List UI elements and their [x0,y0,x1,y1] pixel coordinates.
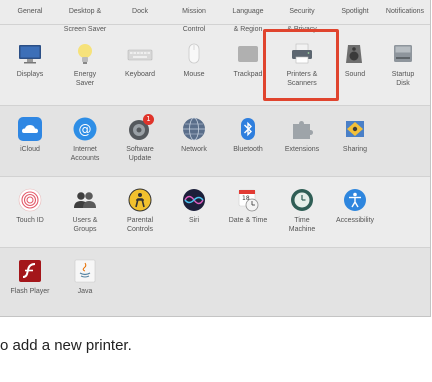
at-icon: @ [72,116,98,142]
pref-label: Parental Controls [126,217,154,233]
pref-startup-disk[interactable]: Startup Disk [375,41,430,88]
puzzle-icon [289,116,315,142]
pref-label: Siri [188,217,200,224]
siri-icon [181,187,207,213]
pref-sharing[interactable]: Sharing [327,116,383,155]
mouse-icon [181,41,207,67]
pref-label: Mouse [183,71,205,78]
pref-label: iCloud [20,146,40,153]
pref-general[interactable]: General [2,0,58,18]
printers-highlight-box [263,29,339,101]
trackpad-icon [235,41,261,67]
pref-label: Startup Disk [391,71,415,87]
lightbulb-icon [72,41,98,67]
pref-label: Touch ID [16,217,44,224]
hardware-preferences-row: Displays Energy Saver Keyboard Mouse Tra… [0,25,430,105]
pref-displays[interactable]: Displays [2,41,58,80]
pref-parental-controls[interactable]: Parental Controls [112,187,168,234]
update-badge: 1 [143,114,154,125]
pref-label: Internet Accounts [70,146,100,162]
pref-bluetooth[interactable]: Bluetooth [220,116,276,155]
pref-label: Users & Groups [72,217,98,233]
pref-label: Displays [16,71,44,78]
pref-label: Bluetooth [233,146,263,153]
flash-icon [17,258,43,284]
gear-update-icon: 1 [127,114,154,142]
display-icon [17,41,43,67]
sharing-icon [342,116,368,142]
calendar-day-number: 18 [242,195,250,202]
pref-java[interactable]: Java [57,258,113,297]
pref-label: Extensions [284,146,320,153]
pref-label: Software Update [126,146,154,162]
pref-date-time[interactable]: 18 Date & Time [220,187,276,226]
pref-accessibility[interactable]: Accessibility [327,187,383,226]
pref-keyboard[interactable]: Keyboard [112,41,168,80]
bluetooth-icon [235,116,261,142]
pref-label: General [17,8,43,15]
disk-icon [390,41,416,67]
fingerprint-icon [17,187,43,213]
time-machine-icon [289,187,315,213]
parental-icon [127,187,153,213]
pref-label: Spotlight [341,8,369,15]
pref-time-machine[interactable]: Time Machine [274,187,330,234]
pref-label: Accessibility [335,217,375,224]
pref-label: Date & Time [228,217,268,224]
pref-energy-saver[interactable]: Energy Saver [57,41,113,88]
pref-label: Network [181,146,207,153]
system-preferences-window: General Desktop & Screen Saver Dock Miss… [0,0,431,317]
pref-software-update[interactable]: 1 Software Update [112,114,168,163]
calendar-clock-icon: 18 [235,187,261,213]
pref-flash-player[interactable]: Flash Player [2,258,58,297]
pref-label: Dock [132,8,148,15]
instruction-caption: o add a new printer. [0,337,132,354]
pref-mouse[interactable]: Mouse [166,41,222,80]
pref-label: Energy Saver [73,71,97,87]
pref-notifications[interactable]: Notifications [375,0,430,18]
pref-users-groups[interactable]: Users & Groups [57,187,113,234]
speaker-icon [342,41,368,67]
svg-text:@: @ [79,123,92,138]
globe-icon [181,116,207,142]
pref-label: Notifications [385,8,425,15]
pref-icloud[interactable]: iCloud [2,116,58,155]
accessibility-icon [342,187,368,213]
pref-network[interactable]: Network [166,116,222,155]
pref-touch-id[interactable]: Touch ID [2,187,58,226]
pref-label: Time Machine [288,217,316,233]
cloud-icon [17,116,43,142]
users-icon [72,187,98,213]
top-preferences-row: General Desktop & Screen Saver Dock Miss… [0,0,430,33]
pref-label: Keyboard [125,71,155,78]
pref-dock[interactable]: Dock [112,0,168,18]
system-preferences-row: Touch ID Users & Groups Parental Control… [0,177,430,247]
java-icon [72,258,98,284]
pref-label: Sharing [342,146,368,153]
pref-label: Java [77,288,93,295]
other-preferences-row: Flash Player Java [0,248,430,316]
pref-extensions[interactable]: Extensions [274,116,330,155]
internet-preferences-row: iCloud @ Internet Accounts 1 Software Up… [0,106,430,176]
pref-label: Flash Player [10,288,50,295]
pref-internet-accounts[interactable]: @ Internet Accounts [57,116,113,163]
keyboard-icon [127,41,153,67]
pref-siri[interactable]: Siri [166,187,222,226]
